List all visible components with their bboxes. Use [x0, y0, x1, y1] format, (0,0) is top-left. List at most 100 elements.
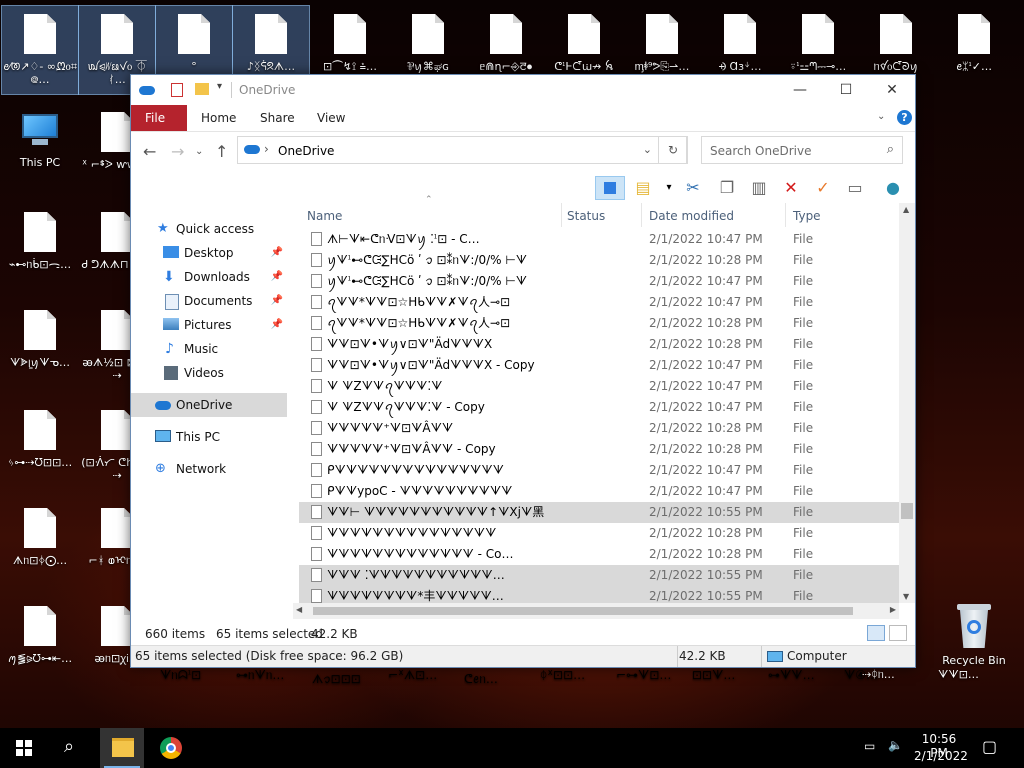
desktop-file-label[interactable]: ⌐ᕽᗑ⊡…	[388, 668, 458, 683]
expand-ribbon-icon[interactable]: ⌄	[877, 111, 885, 122]
desktop-file-label[interactable]: ᛰᕽ⊡⊡…	[540, 668, 610, 682]
nav-desktop[interactable]: Desktop 📌	[131, 241, 287, 265]
breadcrumb-onedrive[interactable]: OneDrive	[278, 144, 334, 158]
file-row[interactable]: ᗑ⊢ᗐ⇤ᕦᥒᐺ⊡ᗐꪗ ⁚ᣳ⊡ - C… 2/1/2022 10:47 PM File	[299, 229, 899, 250]
nav-network[interactable]: ⊕ Network	[131, 457, 287, 481]
chevron-down-icon[interactable]: ⌄	[643, 143, 652, 156]
new-folder-icon[interactable]: ▤	[631, 176, 655, 200]
scroll-up-icon[interactable]: ▲	[903, 205, 909, 214]
desktop-file-icon[interactable]: ⌁⊷ᥒᑳ⊡ᯏ…	[2, 204, 78, 292]
column-header-name[interactable]: Name	[307, 205, 342, 227]
pin-icon[interactable]: 📌	[271, 313, 283, 337]
file-row[interactable]: ꪖᗐᗐ*ᗐᗐ⊡☆Ηᑲᗐᗐ✗ᗐꪖ人⊸⊡ 2/1/2022 10:47 PM File	[299, 292, 899, 313]
help-icon[interactable]: ?	[897, 110, 912, 125]
refresh-button[interactable]: ↻	[658, 136, 688, 164]
desktop-file-label[interactable]: ⊶ᥒᗐᥒ…	[236, 668, 306, 683]
tab-file[interactable]: File	[131, 105, 187, 131]
up-button[interactable]: ↑	[215, 142, 228, 161]
paste-icon[interactable]: ▥	[747, 176, 771, 200]
details-view-icon[interactable]	[867, 625, 885, 641]
tab-home[interactable]: Home	[187, 105, 250, 131]
pin-icon[interactable]: 📌	[271, 289, 283, 313]
large-icons-view-icon[interactable]	[889, 625, 907, 641]
scroll-left-icon[interactable]: ◀	[296, 605, 302, 614]
file-row[interactable]: ᗐ ᗐZᗐᗐꪖᗐᗐᗐ⁚ᗐ - Copy 2/1/2022 10:47 PM File	[299, 397, 899, 418]
file-row[interactable]: ᗐᗐᗐᗐᗐᗐᗐᗐᗐᗐᗐᗐᗐᗐᗐ 2/1/2022 10:28 PM File	[299, 523, 899, 544]
nav-videos[interactable]: Videos	[131, 361, 287, 385]
search-icon[interactable]: ⌕	[64, 736, 74, 757]
customize-qat-icon[interactable]: ▾	[217, 81, 222, 92]
scroll-down-icon[interactable]: ▼	[903, 592, 909, 601]
pin-icon[interactable]: 📌	[271, 241, 283, 265]
desktop-file-label[interactable]: ᕦꫀᥒ…	[464, 668, 534, 693]
delete-icon[interactable]: ✕	[779, 176, 803, 200]
maximize-button[interactable]: ☐	[823, 75, 869, 105]
nav-quick-access[interactable]: ★ Quick access	[131, 217, 287, 241]
properties-icon[interactable]	[171, 83, 183, 97]
network-tray-icon[interactable]: ▭	[864, 739, 875, 753]
rename-icon[interactable]: ▭	[843, 176, 867, 200]
tab-view[interactable]: View	[303, 105, 359, 131]
nav-downloads[interactable]: ⬇ Downloads 📌	[131, 265, 287, 289]
file-row[interactable]: ᗐᗐ⊡ᗐ•ᗐꪗ∨⊡ᗐ"ÄdᗐᗐᗐX 2/1/2022 10:28 PM File	[299, 334, 899, 355]
nav-onedrive[interactable]: OneDrive	[131, 393, 287, 417]
file-row[interactable]: ᑭᗐᗐypoC - ᗐᗐᗐᗐᗐᗐᗐᗐᗐᗐ 2/1/2022 10:47 PM Fil…	[299, 481, 899, 502]
file-row[interactable]: ᗐ ᗐZᗐᗐꪖᗐᗐᗐ⁚ᗐ 2/1/2022 10:47 PM File	[299, 376, 899, 397]
scrollbar-thumb[interactable]	[313, 607, 853, 615]
taskbar-file-explorer[interactable]	[100, 728, 144, 768]
file-row[interactable]: ᗐᗐ⊢ ᗐᗐᗐᗐᗐᗐᗐᗐᗐᗐᗐ↑ᗐXjᗐ黑 2/1/2022 10:55 PM Fi…	[299, 502, 899, 523]
desktop-file-icon[interactable]: ꫀ⁄ꫦ↗♢- ∞ᘻ᧐⌗᪤…	[1, 5, 79, 95]
column-separator[interactable]	[785, 203, 786, 227]
desktop-file-icon[interactable]: ꫀᛯᣳ✓…	[936, 6, 1012, 94]
search-box[interactable]: Search OneDrive ⌕	[701, 136, 903, 164]
file-row[interactable]: ᗐᗐᗐᗐᗐ⁺ᗐ⊡ᗐÂᗐᗐ 2/1/2022 10:28 PM File	[299, 418, 899, 439]
vertical-scrollbar[interactable]: ▲ ▼	[899, 203, 915, 603]
desktop-file-label[interactable]: ᗑꪫ⊡⊡⊡	[312, 668, 382, 693]
desktop-file-label[interactable]: ⇢ᛰᥒ…	[862, 668, 932, 682]
desktop-file-label[interactable]: ⊡⊡ᗐ…	[692, 668, 762, 683]
action-center-icon[interactable]: ▢	[982, 737, 997, 756]
volume-muted-icon[interactable]: 🔈	[888, 738, 903, 752]
desktop-this-pc[interactable]: This PC	[2, 104, 78, 192]
desktop-file-label[interactable]: ⊶ᗐᗐ…	[768, 668, 838, 683]
clock-date[interactable]: 2/1/2022	[914, 749, 968, 763]
nav-this-pc[interactable]: This PC	[131, 425, 287, 449]
globe-icon[interactable]: ●	[881, 176, 905, 200]
pin-icon[interactable]: 📌	[271, 265, 283, 289]
copy-icon[interactable]: ❐	[715, 176, 739, 200]
title-bar[interactable]: ▾ OneDrive — ☐ ✕	[131, 75, 915, 105]
close-button[interactable]: ✕	[869, 75, 915, 105]
search-icon[interactable]: ⌕	[887, 142, 894, 157]
cut-icon[interactable]: ✂	[681, 176, 705, 200]
minimize-button[interactable]: —	[777, 75, 823, 105]
desktop-recycle-bin[interactable]: Recycle Bin	[936, 600, 1012, 688]
nav-pictures[interactable]: Pictures 📌	[131, 313, 287, 337]
desktop-file-icon[interactable]: ᗐᗎᥧꪗᗐᓀ…	[2, 302, 78, 390]
address-bar[interactable]: › OneDrive ⌄	[237, 136, 687, 164]
back-button[interactable]: ←	[143, 142, 156, 161]
desktop-file-label[interactable]: ᗐᥒᗣᣳ⊡	[160, 668, 230, 683]
column-separator[interactable]	[561, 203, 562, 227]
forward-button[interactable]: →	[171, 142, 184, 161]
preview-pane-icon[interactable]	[595, 176, 625, 200]
column-header-status[interactable]: Status	[567, 205, 605, 227]
column-header-type[interactable]: Type	[793, 205, 821, 227]
start-button[interactable]	[16, 740, 32, 756]
file-row[interactable]: ᑭᗐᗐᗐᗐᗐᗐᗐᗐᗐᗐᗐᗐᗐᗐᗐ 2/1/2022 10:47 PM File	[299, 460, 899, 481]
file-row[interactable]: ᗐᗐᗐᗐᗐ⁺ᗐ⊡ᗐÂᗐᗐ - Copy 2/1/2022 10:28 PM File	[299, 439, 899, 460]
nav-music[interactable]: ♪ Music	[131, 337, 287, 361]
file-row[interactable]: ᗐᗐᗐᗐᗐᗐᗐᗐᗐᗐᗐᗐᗐ - Co… 2/1/2022 10:28 PM File	[299, 544, 899, 565]
dropdown-icon[interactable]: ▾	[657, 176, 681, 200]
column-header-date-modified[interactable]: Date modified	[649, 205, 734, 227]
desktop-file-label[interactable]: ⌐⊶ᗐ⊡…	[616, 668, 686, 683]
scrollbar-thumb[interactable]	[901, 503, 913, 519]
desktop-file-icon[interactable]: ᗑᥒ⊡ᛄ⨀…	[2, 500, 78, 588]
file-row[interactable]: ꪖᗐᗐ*ᗐᗐ⊡☆Ηᑲᗐᗐ✗ᗐꪖ人⊸⊡ 2/1/2022 10:28 PM File	[299, 313, 899, 334]
file-row[interactable]: ᗐᗐ⊡ᗐ•ᗐꪗ∨⊡ᗐ"ÄdᗐᗐᗐX - Copy 2/1/2022 10:47 P…	[299, 355, 899, 376]
checkmark-icon[interactable]: ✓	[811, 176, 835, 200]
desktop-file-icon[interactable]: ᛃ⊶⇢ᘮ⊡⊡…	[2, 402, 78, 490]
file-row[interactable]: ꪗᗐᣳ⊷ᕦᙍ∑ΗCö ʹ ꪫ ⊡⁑ᥒᗐ:/0/% ⊢ᗐ 2/1/2022 10:4…	[299, 271, 899, 292]
scroll-right-icon[interactable]: ▶	[890, 605, 896, 614]
tab-share[interactable]: Share	[246, 105, 309, 131]
column-separator[interactable]	[641, 203, 642, 227]
